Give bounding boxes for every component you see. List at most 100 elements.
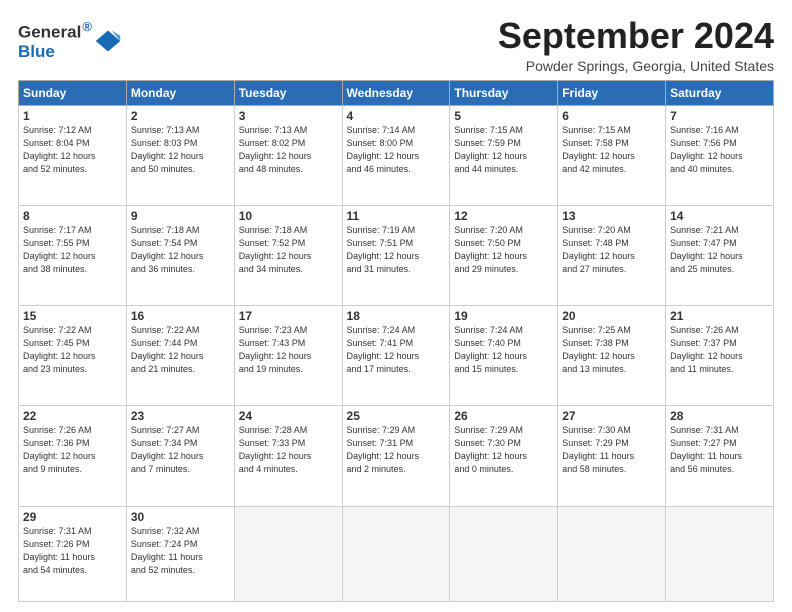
col-tuesday: Tuesday (234, 80, 342, 105)
calendar-day: 11Sunrise: 7:19 AMSunset: 7:51 PMDayligh… (342, 205, 450, 305)
day-info: Sunrise: 7:22 AMSunset: 7:44 PMDaylight:… (131, 324, 230, 376)
day-info: Sunrise: 7:19 AMSunset: 7:51 PMDaylight:… (347, 224, 446, 276)
logo-registered: ® (82, 19, 92, 34)
day-info: Sunrise: 7:27 AMSunset: 7:34 PMDaylight:… (131, 424, 230, 476)
calendar-day: 15Sunrise: 7:22 AMSunset: 7:45 PMDayligh… (19, 306, 127, 406)
calendar-day: 23Sunrise: 7:27 AMSunset: 7:34 PMDayligh… (126, 406, 234, 506)
day-number: 18 (347, 309, 446, 323)
col-wednesday: Wednesday (342, 80, 450, 105)
day-number: 5 (454, 109, 553, 123)
day-info: Sunrise: 7:29 AMSunset: 7:30 PMDaylight:… (454, 424, 553, 476)
calendar-day: 16Sunrise: 7:22 AMSunset: 7:44 PMDayligh… (126, 306, 234, 406)
day-number: 24 (239, 409, 338, 423)
calendar-day: 10Sunrise: 7:18 AMSunset: 7:52 PMDayligh… (234, 205, 342, 305)
day-number: 6 (562, 109, 661, 123)
day-number: 28 (670, 409, 769, 423)
calendar-day: 8Sunrise: 7:17 AMSunset: 7:55 PMDaylight… (19, 205, 127, 305)
calendar-day (558, 506, 666, 601)
calendar-day: 4Sunrise: 7:14 AMSunset: 8:00 PMDaylight… (342, 105, 450, 205)
col-monday: Monday (126, 80, 234, 105)
day-info: Sunrise: 7:21 AMSunset: 7:47 PMDaylight:… (670, 224, 769, 276)
day-info: Sunrise: 7:31 AMSunset: 7:27 PMDaylight:… (670, 424, 769, 476)
day-number: 26 (454, 409, 553, 423)
day-number: 23 (131, 409, 230, 423)
day-info: Sunrise: 7:24 AMSunset: 7:40 PMDaylight:… (454, 324, 553, 376)
day-number: 21 (670, 309, 769, 323)
logo: General® Blue (18, 20, 122, 62)
calendar-day (234, 506, 342, 601)
week-row: 15Sunrise: 7:22 AMSunset: 7:45 PMDayligh… (19, 306, 774, 406)
day-info: Sunrise: 7:30 AMSunset: 7:29 PMDaylight:… (562, 424, 661, 476)
calendar-day: 20Sunrise: 7:25 AMSunset: 7:38 PMDayligh… (558, 306, 666, 406)
calendar-day: 24Sunrise: 7:28 AMSunset: 7:33 PMDayligh… (234, 406, 342, 506)
calendar-day: 21Sunrise: 7:26 AMSunset: 7:37 PMDayligh… (666, 306, 774, 406)
day-info: Sunrise: 7:13 AMSunset: 8:02 PMDaylight:… (239, 124, 338, 176)
day-number: 30 (131, 510, 230, 524)
day-info: Sunrise: 7:17 AMSunset: 7:55 PMDaylight:… (23, 224, 122, 276)
calendar-day: 5Sunrise: 7:15 AMSunset: 7:59 PMDaylight… (450, 105, 558, 205)
location: Powder Springs, Georgia, United States (498, 58, 774, 74)
calendar-day: 1Sunrise: 7:12 AMSunset: 8:04 PMDaylight… (19, 105, 127, 205)
day-info: Sunrise: 7:13 AMSunset: 8:03 PMDaylight:… (131, 124, 230, 176)
day-info: Sunrise: 7:18 AMSunset: 7:52 PMDaylight:… (239, 224, 338, 276)
calendar-day: 6Sunrise: 7:15 AMSunset: 7:58 PMDaylight… (558, 105, 666, 205)
calendar-day: 19Sunrise: 7:24 AMSunset: 7:40 PMDayligh… (450, 306, 558, 406)
day-number: 25 (347, 409, 446, 423)
week-row: 29Sunrise: 7:31 AMSunset: 7:26 PMDayligh… (19, 506, 774, 601)
day-number: 4 (347, 109, 446, 123)
week-row: 8Sunrise: 7:17 AMSunset: 7:55 PMDaylight… (19, 205, 774, 305)
calendar-day (666, 506, 774, 601)
col-friday: Friday (558, 80, 666, 105)
calendar-day: 26Sunrise: 7:29 AMSunset: 7:30 PMDayligh… (450, 406, 558, 506)
day-info: Sunrise: 7:24 AMSunset: 7:41 PMDaylight:… (347, 324, 446, 376)
calendar-day (342, 506, 450, 601)
calendar-day: 3Sunrise: 7:13 AMSunset: 8:02 PMDaylight… (234, 105, 342, 205)
day-info: Sunrise: 7:32 AMSunset: 7:24 PMDaylight:… (131, 525, 230, 577)
calendar-header-row: Sunday Monday Tuesday Wednesday Thursday… (19, 80, 774, 105)
day-info: Sunrise: 7:25 AMSunset: 7:38 PMDaylight:… (562, 324, 661, 376)
day-number: 7 (670, 109, 769, 123)
calendar-day: 29Sunrise: 7:31 AMSunset: 7:26 PMDayligh… (19, 506, 127, 601)
calendar-day: 18Sunrise: 7:24 AMSunset: 7:41 PMDayligh… (342, 306, 450, 406)
day-number: 29 (23, 510, 122, 524)
day-info: Sunrise: 7:29 AMSunset: 7:31 PMDaylight:… (347, 424, 446, 476)
day-info: Sunrise: 7:14 AMSunset: 8:00 PMDaylight:… (347, 124, 446, 176)
day-info: Sunrise: 7:16 AMSunset: 7:56 PMDaylight:… (670, 124, 769, 176)
calendar-day: 12Sunrise: 7:20 AMSunset: 7:50 PMDayligh… (450, 205, 558, 305)
logo-icon (94, 27, 122, 55)
day-number: 19 (454, 309, 553, 323)
day-number: 10 (239, 209, 338, 223)
header: General® Blue September 2024 Powder Spri… (18, 16, 774, 74)
calendar-day: 7Sunrise: 7:16 AMSunset: 7:56 PMDaylight… (666, 105, 774, 205)
day-number: 13 (562, 209, 661, 223)
day-number: 27 (562, 409, 661, 423)
day-number: 16 (131, 309, 230, 323)
day-info: Sunrise: 7:15 AMSunset: 7:59 PMDaylight:… (454, 124, 553, 176)
day-info: Sunrise: 7:23 AMSunset: 7:43 PMDaylight:… (239, 324, 338, 376)
calendar-day: 28Sunrise: 7:31 AMSunset: 7:27 PMDayligh… (666, 406, 774, 506)
day-number: 8 (23, 209, 122, 223)
day-info: Sunrise: 7:28 AMSunset: 7:33 PMDaylight:… (239, 424, 338, 476)
col-saturday: Saturday (666, 80, 774, 105)
logo-general: General (18, 23, 81, 42)
calendar-day: 14Sunrise: 7:21 AMSunset: 7:47 PMDayligh… (666, 205, 774, 305)
calendar-day: 27Sunrise: 7:30 AMSunset: 7:29 PMDayligh… (558, 406, 666, 506)
week-row: 1Sunrise: 7:12 AMSunset: 8:04 PMDaylight… (19, 105, 774, 205)
week-row: 22Sunrise: 7:26 AMSunset: 7:36 PMDayligh… (19, 406, 774, 506)
calendar-day: 25Sunrise: 7:29 AMSunset: 7:31 PMDayligh… (342, 406, 450, 506)
calendar-day: 22Sunrise: 7:26 AMSunset: 7:36 PMDayligh… (19, 406, 127, 506)
logo-blue: Blue (18, 42, 92, 62)
day-info: Sunrise: 7:12 AMSunset: 8:04 PMDaylight:… (23, 124, 122, 176)
day-info: Sunrise: 7:20 AMSunset: 7:48 PMDaylight:… (562, 224, 661, 276)
day-number: 14 (670, 209, 769, 223)
day-number: 17 (239, 309, 338, 323)
day-number: 12 (454, 209, 553, 223)
day-number: 2 (131, 109, 230, 123)
calendar-day: 2Sunrise: 7:13 AMSunset: 8:03 PMDaylight… (126, 105, 234, 205)
calendar-day: 30Sunrise: 7:32 AMSunset: 7:24 PMDayligh… (126, 506, 234, 601)
calendar-day (450, 506, 558, 601)
day-number: 20 (562, 309, 661, 323)
day-number: 11 (347, 209, 446, 223)
calendar-day: 13Sunrise: 7:20 AMSunset: 7:48 PMDayligh… (558, 205, 666, 305)
day-info: Sunrise: 7:20 AMSunset: 7:50 PMDaylight:… (454, 224, 553, 276)
